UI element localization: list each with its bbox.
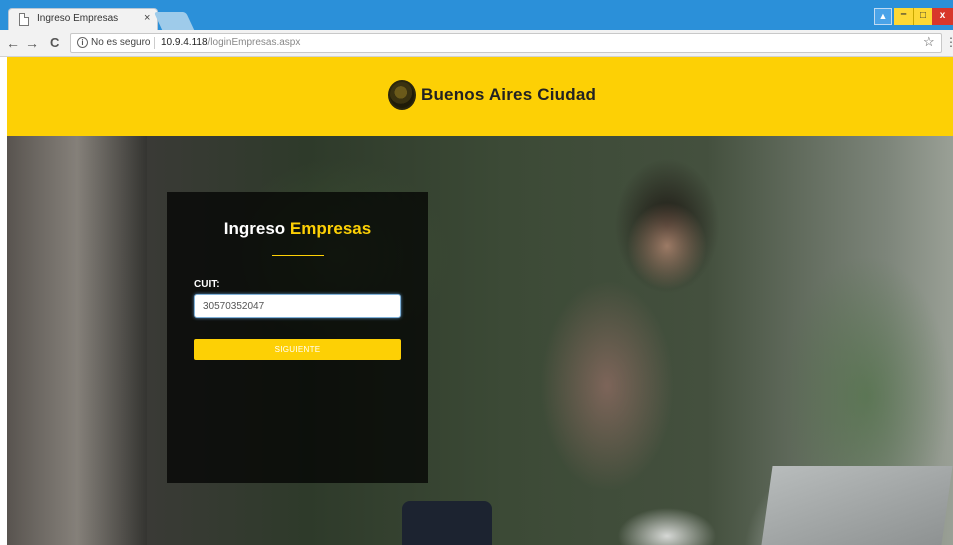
new-tab-button[interactable] (153, 12, 195, 30)
page-icon (19, 13, 29, 26)
login-title-part1: Ingreso (223, 219, 286, 238)
site-header: Buenos Aires Ciudad (7, 57, 953, 136)
login-title-part2: Empresas (289, 219, 372, 238)
reload-icon[interactable]: C (50, 35, 59, 51)
close-window-button[interactable]: x (932, 8, 953, 25)
browser-titlebar: Ingreso Empresas × ▲ – □ x (0, 0, 953, 30)
url-host: 10.9.4.118 (161, 37, 208, 48)
hero-background: Ingreso Empresas CUIT: SIGUIENTE (7, 136, 953, 545)
tab-title: Ingreso Empresas (37, 13, 119, 24)
title-divider (272, 255, 324, 256)
bookmark-star-icon[interactable]: ☆ (923, 34, 935, 50)
security-label[interactable]: No es seguro (91, 37, 150, 48)
maximize-button[interactable]: □ (913, 8, 932, 25)
url-path: /loginEmpresas.aspx (207, 37, 301, 48)
info-icon[interactable]: i (77, 37, 88, 48)
city-seal-logo-icon (388, 80, 416, 110)
url-text[interactable]: 10.9.4.118/loginEmpresas.aspx (161, 37, 300, 48)
cuit-input[interactable] (194, 294, 401, 318)
brand-name: Buenos Aires Ciudad (421, 85, 597, 104)
login-panel: Ingreso Empresas CUIT: SIGUIENTE (167, 192, 428, 483)
user-profile-icon[interactable]: ▲ (874, 8, 892, 25)
forward-arrow-icon[interactable]: → (25, 35, 39, 51)
minimize-button[interactable]: – (894, 8, 913, 25)
hero-laptop (761, 466, 953, 545)
browser-toolbar: ← → C i No es seguro 10.9.4.118/loginEmp… (0, 30, 953, 57)
browser-tab[interactable]: Ingreso Empresas × (8, 8, 158, 30)
hero-chair (402, 501, 492, 545)
browser-menu-icon[interactable]: ⋮ (945, 36, 953, 48)
address-bar[interactable]: i No es seguro 10.9.4.118/loginEmpresas.… (70, 33, 942, 53)
cuit-label: CUIT: (194, 279, 220, 290)
login-title: Ingreso Empresas (167, 219, 428, 239)
next-button[interactable]: SIGUIENTE (194, 339, 401, 360)
close-tab-icon[interactable]: × (144, 12, 150, 24)
back-arrow-icon[interactable]: ← (6, 35, 20, 51)
hero-window-light (7, 136, 147, 545)
url-separator (154, 37, 155, 49)
